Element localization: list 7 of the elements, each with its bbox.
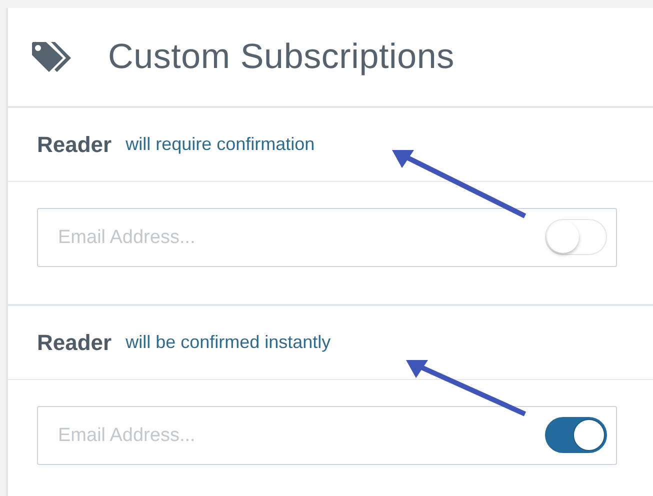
reader-label: Reader — [37, 330, 112, 356]
confirmation-note: will be confirmed instantly — [126, 332, 331, 353]
reader-label: Reader — [37, 132, 112, 158]
panel-title: Custom Subscriptions — [108, 37, 454, 77]
email-field[interactable]: Email Address... — [37, 406, 617, 465]
confirmation-note: will require confirmation — [126, 134, 315, 155]
email-field[interactable]: Email Address... — [37, 208, 617, 267]
